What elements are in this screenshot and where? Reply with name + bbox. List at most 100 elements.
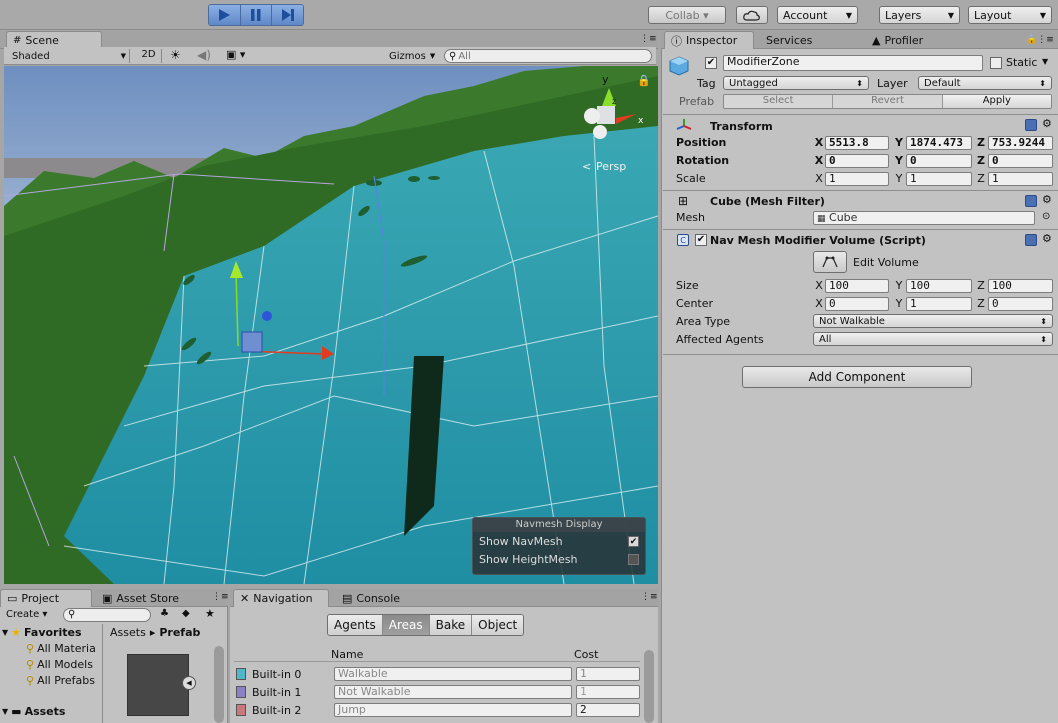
scale-x-field[interactable]: 1: [825, 172, 889, 186]
effects-dropdown-icon[interactable]: ▣ ▾: [226, 48, 245, 61]
navigation-scrollbar[interactable]: [644, 650, 654, 723]
gear-icon[interactable]: ⚙: [1042, 117, 1052, 130]
prefab-apply-button[interactable]: Apply: [942, 95, 1051, 108]
scale-x-axis[interactable]: X: [813, 172, 825, 185]
assets-header[interactable]: ▼ ▬ Assets: [2, 705, 65, 718]
tab-services[interactable]: Services: [760, 31, 850, 49]
center-y-axis[interactable]: Y: [893, 297, 905, 310]
center-x-axis[interactable]: X: [813, 297, 825, 310]
static-checkbox[interactable]: [990, 57, 1002, 69]
lock-icon[interactable]: 🔒: [637, 74, 651, 87]
persp-label[interactable]: Persp: [596, 160, 626, 173]
object-name-field[interactable]: ModifierZone: [723, 55, 983, 71]
edit-volume-button[interactable]: [813, 251, 847, 273]
project-search[interactable]: ⚲: [63, 608, 151, 622]
position-y-axis[interactable]: Y: [893, 136, 905, 149]
position-x-axis[interactable]: X: [813, 136, 825, 149]
audio-toggle-icon[interactable]: ◀): [197, 48, 211, 62]
layout-dropdown[interactable]: Layout ▼: [968, 6, 1052, 24]
tab-profiler[interactable]: ▲ Profiler: [866, 31, 956, 49]
scale-z-axis[interactable]: Z: [975, 172, 987, 185]
area-name-field[interactable]: Jump: [334, 703, 572, 717]
center-z-field[interactable]: 0: [988, 297, 1053, 311]
rotation-z-field[interactable]: 0: [988, 154, 1053, 168]
rotation-y-axis[interactable]: Y: [893, 154, 905, 167]
favorite-item[interactable]: ⚲ All Prefabs: [26, 674, 95, 687]
filter-label-icon[interactable]: ◆: [182, 608, 190, 619]
position-x-field[interactable]: 5513.8: [825, 136, 889, 150]
favorite-item[interactable]: ⚲ All Models: [26, 658, 93, 671]
area-name-field[interactable]: Walkable: [334, 667, 572, 681]
rotation-y-field[interactable]: 0: [906, 154, 972, 168]
size-z-field[interactable]: 100: [988, 279, 1053, 293]
area-cost-field[interactable]: 2: [576, 703, 640, 717]
tab-project[interactable]: ▭ Project: [0, 589, 92, 607]
center-x-field[interactable]: 0: [825, 297, 889, 311]
inspector-lock-icon[interactable]: 🔒⋮≡: [1026, 35, 1054, 45]
tag-dropdown[interactable]: Untagged ⬍: [723, 76, 869, 90]
rotation-x-field[interactable]: 0: [825, 154, 889, 168]
position-z-field[interactable]: 753.9244: [988, 136, 1053, 150]
gizmos-dropdown[interactable]: Gizmos ▼: [389, 49, 439, 63]
collab-button[interactable]: Collab ▾: [648, 6, 726, 24]
rotation-z-axis[interactable]: Z: [975, 154, 987, 167]
project-scrollbar[interactable]: [214, 646, 224, 723]
size-x-field[interactable]: 100: [825, 279, 889, 293]
add-component-button[interactable]: Add Component: [742, 366, 972, 388]
play-button[interactable]: [209, 5, 241, 25]
size-z-axis[interactable]: Z: [975, 279, 987, 292]
area-name-field[interactable]: Not Walkable: [334, 685, 572, 699]
show-heightmesh-checkbox[interactable]: [628, 553, 639, 565]
transform-title[interactable]: Transform: [710, 120, 773, 133]
scale-z-field[interactable]: 1: [988, 172, 1053, 186]
mesh-field[interactable]: ▦ Cube: [813, 211, 1035, 225]
prefab-select-button[interactable]: Select: [724, 95, 834, 108]
gear-icon[interactable]: ⚙: [1042, 232, 1052, 245]
scene-search-input[interactable]: [458, 50, 639, 62]
favorites-header[interactable]: ▼ ★ Favorites: [2, 626, 82, 639]
breadcrumb-prefab[interactable]: Prefab: [159, 626, 200, 639]
area-cost-field[interactable]: 1: [576, 667, 640, 681]
static-dropdown-icon[interactable]: ▼: [1042, 57, 1048, 66]
2d-toggle[interactable]: 2D: [136, 49, 162, 63]
tab-asset-store[interactable]: ▣ Asset Store: [96, 589, 192, 607]
center-z-axis[interactable]: Z: [975, 297, 987, 310]
affected-agents-dropdown[interactable]: All ⬍: [813, 332, 1053, 346]
area-color-swatch[interactable]: [236, 704, 246, 716]
nav-tab-bake[interactable]: Bake: [429, 615, 473, 635]
area-cost-field[interactable]: 1: [576, 685, 640, 699]
modifier-enabled-checkbox[interactable]: ✔: [695, 234, 707, 246]
help-icon[interactable]: [1025, 119, 1037, 131]
mesh-filter-title[interactable]: Cube (Mesh Filter): [710, 195, 825, 208]
help-icon[interactable]: [1025, 234, 1037, 246]
tab-console[interactable]: ▤ Console: [336, 589, 426, 607]
help-icon[interactable]: [1025, 195, 1037, 207]
center-y-field[interactable]: 1: [906, 297, 972, 311]
modifier-title[interactable]: Nav Mesh Modifier Volume (Script): [710, 234, 926, 247]
rotation-x-axis[interactable]: X: [813, 154, 825, 167]
prefab-revert-button[interactable]: Revert: [833, 95, 943, 108]
nav-tab-object[interactable]: Object: [472, 615, 524, 635]
area-color-swatch[interactable]: [236, 668, 246, 680]
show-navmesh-row[interactable]: Show NavMesh ✔: [473, 532, 645, 550]
scene-menu-icon[interactable]: ⋮≡: [640, 34, 657, 44]
favorite-item[interactable]: ⚲ All Materia: [26, 642, 96, 655]
shading-dropdown[interactable]: Shaded ▼: [12, 49, 130, 63]
tab-navigation[interactable]: ✕ Navigation: [233, 589, 329, 607]
nav-tab-agents[interactable]: Agents: [328, 615, 383, 635]
create-dropdown[interactable]: Create ▾: [6, 609, 47, 620]
size-x-axis[interactable]: X: [813, 279, 825, 292]
cloud-button[interactable]: [736, 6, 768, 24]
filter-type-icon[interactable]: ♣: [160, 608, 169, 619]
prefab-asset-thumbnail[interactable]: [127, 654, 189, 716]
navigation-menu-icon[interactable]: ⋮≡: [641, 592, 658, 602]
scale-y-axis[interactable]: Y: [893, 172, 905, 185]
layer-dropdown[interactable]: Default ⬍: [918, 76, 1052, 90]
project-menu-icon[interactable]: ⋮≡: [212, 592, 229, 602]
thumbnail-play-icon[interactable]: ◀: [182, 676, 196, 690]
show-heightmesh-row[interactable]: Show HeightMesh: [473, 550, 645, 568]
favorite-star-icon[interactable]: ★: [205, 607, 215, 620]
scale-y-field[interactable]: 1: [906, 172, 972, 186]
account-dropdown[interactable]: Account ▼: [777, 6, 858, 24]
breadcrumb-assets[interactable]: Assets: [110, 626, 146, 639]
